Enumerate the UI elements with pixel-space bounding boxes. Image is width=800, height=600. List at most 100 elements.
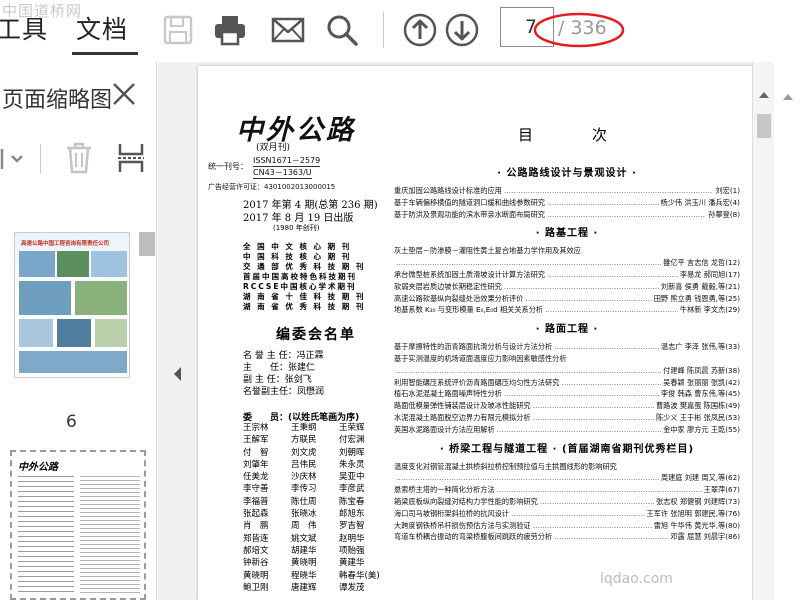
member-name: 王秉纲	[291, 423, 317, 433]
toc-entry-title: 路面低模量弹性铺装层设计及玻冰性能研究	[394, 401, 531, 411]
toc-section-title: · 路面工程 ·	[535, 324, 599, 336]
tab-tools[interactable]: 工具	[0, 10, 48, 46]
toc-entry[interactable]: 温度变化对钢管混凝土拱桥斜拉桥控制预拉值与主拱圈线形的影响研究	[394, 461, 740, 473]
toc-entry[interactable]: 基于摩擦特性的沥青路面抗滑分析与设计方法分析 温志广 李泽 张伟,等(33)	[394, 341, 740, 353]
member-name: 周 伟	[291, 521, 317, 532]
pdf-page: 中外公路 (双月刊) 统一刊号： ISSN1671－2579 CN43－1363…	[198, 66, 754, 600]
save-icon[interactable]	[160, 12, 196, 48]
toc-leader-dots	[561, 377, 661, 389]
journal-logo: 中外公路	[236, 115, 356, 146]
toc-entry-author-page: 李易龙 郝同旭(17)	[679, 269, 740, 279]
toc-entry[interactable]: 重庆加固公路路线设计标准的应用 刘宏(1)	[394, 185, 740, 197]
toc-entry-author-page: 温志广 李泽 张伟,等(33)	[660, 342, 740, 352]
arrow-up-circle-icon[interactable]	[402, 12, 438, 48]
member-name: 刘肇年	[243, 459, 269, 470]
toc-entry[interactable]: 箱梁底板纵向裂缝对结构力学性能的影响研究 张志权 郑健钢 刘建辉(73)	[394, 496, 740, 508]
toc-entry[interactable]: 植石水泥混凝土路面噪声特性分析 李俊 韩森 曹东伟,等(45)	[394, 388, 740, 400]
toc-leader-dots	[497, 424, 662, 436]
email-icon[interactable]	[270, 12, 306, 48]
toc-entry[interactable]: 利用智能碾压系统评价沥青路面碾压均匀性方法研究 吴春颖 张丽丽 张凯(42)	[394, 377, 740, 389]
toc-section-title: · 路基工程 ·	[535, 228, 599, 240]
toc-entry-author-page: 刘宏(1)	[715, 186, 740, 195]
toc-entry[interactable]: 高速公路软基纵向裂缝处治效果分析评价 田野 熊立勇 钱恩勇,等(25)	[394, 293, 740, 305]
toc-entry[interactable]: 路面低模量弹性铺装层设计及玻冰性能研究 曹路波 樊嘉蛋 陈国栋(49)	[394, 400, 740, 412]
scroll-up-arrow-icon[interactable]	[758, 84, 770, 103]
toc-leader-dots	[396, 472, 659, 484]
toc-entry-title: 水泥混凝土路面脱空边界力有限元模拟分析	[394, 412, 531, 422]
member-name: 方联民	[291, 435, 317, 446]
options-dropdown-icon[interactable]	[0, 146, 26, 176]
toc-entry-title: 重庆加固公路路线设计标准的应用	[394, 186, 502, 195]
member-name: 付宏渊	[339, 435, 365, 446]
member-name: 郝培文	[243, 545, 269, 556]
member-name: 胡建华	[291, 545, 317, 556]
member-name: 王宗林	[243, 423, 269, 433]
toc-entry-title: 承台微型桩系统加固土质滑坡设计计算方法研究	[394, 269, 545, 279]
toc-entry-title: 基于防洪及景观功能的滨水带亲水断面布局研究	[394, 209, 545, 219]
toc-leader-dots	[554, 341, 659, 353]
toc-entry-author-page: 孙攀登(8)	[708, 209, 740, 219]
toc-entry-author-page: 金中家 廖方元 王乾(55)	[663, 424, 740, 434]
page-thumbnail-7[interactable]: 中外公路	[10, 450, 146, 600]
toc-entry[interactable]: 雒亿平 言志信 龙哲(12)	[394, 257, 740, 269]
toc-leader-dots	[533, 520, 652, 532]
toc-entry-author-page: 雒亿平 言志信 龙哲(12)	[663, 258, 740, 268]
toc-entry[interactable]: 大跨度钢铁桥吊杆损伤预估方法与实测验证 雷旭 牛华伟 黄光华,等(80)	[394, 520, 740, 532]
toc-leader-dots	[504, 185, 714, 197]
toc-entry-title: 悬索桥主塔的一种简化分析方法	[394, 485, 495, 495]
toc-entry[interactable]: 付建峰 陈凤晨 苏新(38)	[394, 365, 740, 377]
member-name: 唐建辉	[291, 582, 317, 593]
scrollbar-thumb[interactable]	[757, 114, 771, 138]
toc-entry-title: 灰土垫层－防渗膜－灌阻性黄土复合地基力学作用及其效应	[394, 246, 581, 256]
toc-leader-dots	[396, 365, 661, 377]
member-name: 张晓冰	[291, 509, 317, 520]
toc-entry-title: 弯道车桥耦合振动的弯梁桥腹板间跳跃的疲劳分析	[394, 532, 553, 542]
toc-section-title: · 公路路线设计与景观设计 ·	[497, 168, 637, 179]
member-name: 郎旭东	[339, 509, 365, 520]
close-icon[interactable]	[110, 80, 138, 112]
toc-entry[interactable]: 弯道车桥耦合振动的弯梁桥腹板间跳跃的疲劳分析 邓露 屈慧 刘晨宇(86)	[394, 531, 740, 543]
toc-leader-dots	[533, 400, 654, 412]
toc-entry[interactable]: 周建庭 刘建 周又,等(62)	[394, 472, 740, 484]
toc-entry[interactable]: 英国水泥路面设计方法应用解析 金中家 廖方元 王乾(55)	[394, 424, 740, 436]
toc-entry[interactable]: 基于实测温度的机场道面温度应力影响因素敏感性分析	[394, 353, 740, 365]
page-thumbnail-6[interactable]: 高速公路中国工程咨询有限责任公司	[14, 232, 130, 378]
vertical-scrollbar[interactable]	[752, 62, 774, 600]
member-name: 刘文虎	[291, 447, 317, 458]
thumbnail-sidebar: 页面缩略图 高速公路中国工程咨询有限责任公司 6 中外公路	[0, 62, 157, 600]
member-name: 李彦武	[339, 484, 365, 495]
crop-icon[interactable]	[116, 142, 146, 178]
member-name: 项贻强	[339, 545, 365, 556]
toc-entry[interactable]: 水泥混凝土路面脱空边界力有限元模拟分析 陈少义 王于彬 张凤民(53)	[394, 412, 740, 424]
member-name: 任美龙	[243, 472, 269, 483]
toc-entry[interactable]: 基于防洪及景观功能的滨水带亲水断面布局研究 孙攀登(8)	[394, 209, 740, 221]
previous-page-arrow-icon[interactable]	[172, 366, 182, 386]
search-icon[interactable]	[324, 12, 360, 48]
thumbnail-logo: 中外公路	[18, 462, 58, 473]
committee-title: 编委会名单	[276, 327, 356, 343]
toc-leader-dots	[547, 269, 678, 281]
arrow-down-circle-icon[interactable]	[444, 12, 480, 48]
toc-entry[interactable]: 地基系数 K₃₀ 与变形模量 E₀,E₀d 相关关系分析 牛林新 李文杰(29)	[394, 304, 740, 316]
trash-icon[interactable]	[64, 142, 94, 178]
tab-document[interactable]: 文档	[76, 10, 128, 46]
toc-entry[interactable]: 承台微型桩系统加固土质滑坡设计计算方法研究 李易龙 郝同旭(17)	[394, 269, 740, 281]
window-scroll-up-icon[interactable]	[782, 86, 794, 105]
print-icon[interactable]	[212, 12, 248, 48]
sidebar-toolbar	[0, 134, 157, 180]
toc-entry[interactable]: 基于车辆偏移横值的隧道洞口缓和曲线参数研究 杨少伟 洪玉川 潘兵宏(4)	[394, 197, 740, 209]
toc-entry-title: 基于摩擦特性的沥青路面抗滑分析与设计方法分析	[394, 342, 553, 352]
toc-entry-author-page: 牛林新 李文杰(29)	[679, 305, 740, 315]
member-name: 付 智	[243, 447, 269, 458]
toc-entry[interactable]: 海口司马坡钢桁架斜拉桥的抗风设计 王军许 张旭明 郭建民,等(76)	[394, 508, 740, 520]
toc-entry[interactable]: 灰土垫层－防渗膜－灌阻性黄土复合地基力学作用及其效应	[394, 245, 740, 257]
toc-entry-author-page: 陈少义 王于彬 张凤民(53)	[655, 412, 740, 422]
sidebar-scrollbar-thumb[interactable]	[139, 232, 155, 256]
toc-entry[interactable]: 悬索桥主塔的一种简化分析方法 王翠萍(67)	[394, 484, 740, 496]
toc-entry[interactable]: 软弱夹层岩质边坡长期稳定性研究 刘新喜 侯勇 戴毅,等(21)	[394, 281, 740, 293]
current-page-input[interactable]: 7	[500, 7, 554, 47]
toc-leader-dots	[504, 281, 659, 293]
member-name: 鲍卫刚	[243, 582, 269, 593]
toc-entry-author-page: 杨少伟 洪玉川 潘兵宏(4)	[660, 197, 740, 207]
sidebar-divider	[40, 144, 41, 174]
